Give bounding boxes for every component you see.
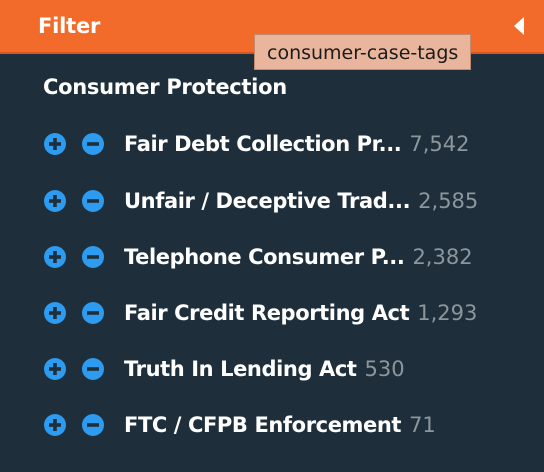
minus-circle-icon[interactable] [82, 358, 104, 380]
filter-label[interactable]: Fair Debt Collection Pr... 7,542 [124, 130, 469, 158]
filter-panel: Filter consumer-case-tags Consumer Prote… [0, 0, 544, 472]
filter-row: Truth In Lending Act 530 [0, 349, 544, 389]
tag-tooltip: consumer-case-tags [254, 34, 472, 70]
filter-count: 71 [409, 413, 436, 437]
filter-count: 530 [364, 357, 405, 381]
filter-count: 2,585 [418, 189, 479, 213]
filter-row: FTC / CFPB Enforcement 71 [0, 405, 544, 445]
filter-name: Telephone Consumer P... [124, 245, 405, 269]
minus-circle-icon[interactable] [82, 133, 104, 155]
filter-label[interactable]: Truth In Lending Act 530 [124, 355, 405, 383]
filter-label[interactable]: Fair Credit Reporting Act 1,293 [124, 299, 477, 327]
filter-name: Unfair / Deceptive Trad... [124, 189, 411, 213]
filter-row: Fair Credit Reporting Act 1,293 [0, 293, 544, 333]
minus-circle-icon[interactable] [82, 414, 104, 436]
filter-label[interactable]: Unfair / Deceptive Trad... 2,585 [124, 187, 478, 215]
filter-row: Unfair / Deceptive Trad... 2,585 [0, 181, 544, 221]
minus-circle-icon[interactable] [82, 302, 104, 324]
filter-count: 7,542 [409, 132, 470, 156]
plus-circle-icon[interactable] [44, 302, 66, 324]
filter-label[interactable]: FTC / CFPB Enforcement 71 [124, 411, 436, 439]
plus-circle-icon[interactable] [44, 414, 66, 436]
plus-circle-icon[interactable] [44, 133, 66, 155]
filter-row: Telephone Consumer P... 2,382 [0, 237, 544, 277]
section-title: Consumer Protection [43, 75, 287, 99]
filter-count: 2,382 [412, 245, 473, 269]
plus-circle-icon[interactable] [44, 190, 66, 212]
filter-title: Filter [38, 14, 101, 38]
caret-left-icon[interactable] [512, 15, 526, 37]
filter-name: FTC / CFPB Enforcement [124, 413, 402, 437]
plus-circle-icon[interactable] [44, 246, 66, 268]
filter-name: Fair Debt Collection Pr... [124, 132, 402, 156]
minus-circle-icon[interactable] [82, 190, 104, 212]
filter-label[interactable]: Telephone Consumer P... 2,382 [124, 243, 473, 271]
filter-count: 1,293 [417, 301, 478, 325]
filter-row: Fair Debt Collection Pr... 7,542 [0, 124, 544, 164]
minus-circle-icon[interactable] [82, 246, 104, 268]
plus-circle-icon[interactable] [44, 358, 66, 380]
filter-name: Fair Credit Reporting Act [124, 301, 410, 325]
filter-name: Truth In Lending Act [124, 357, 357, 381]
